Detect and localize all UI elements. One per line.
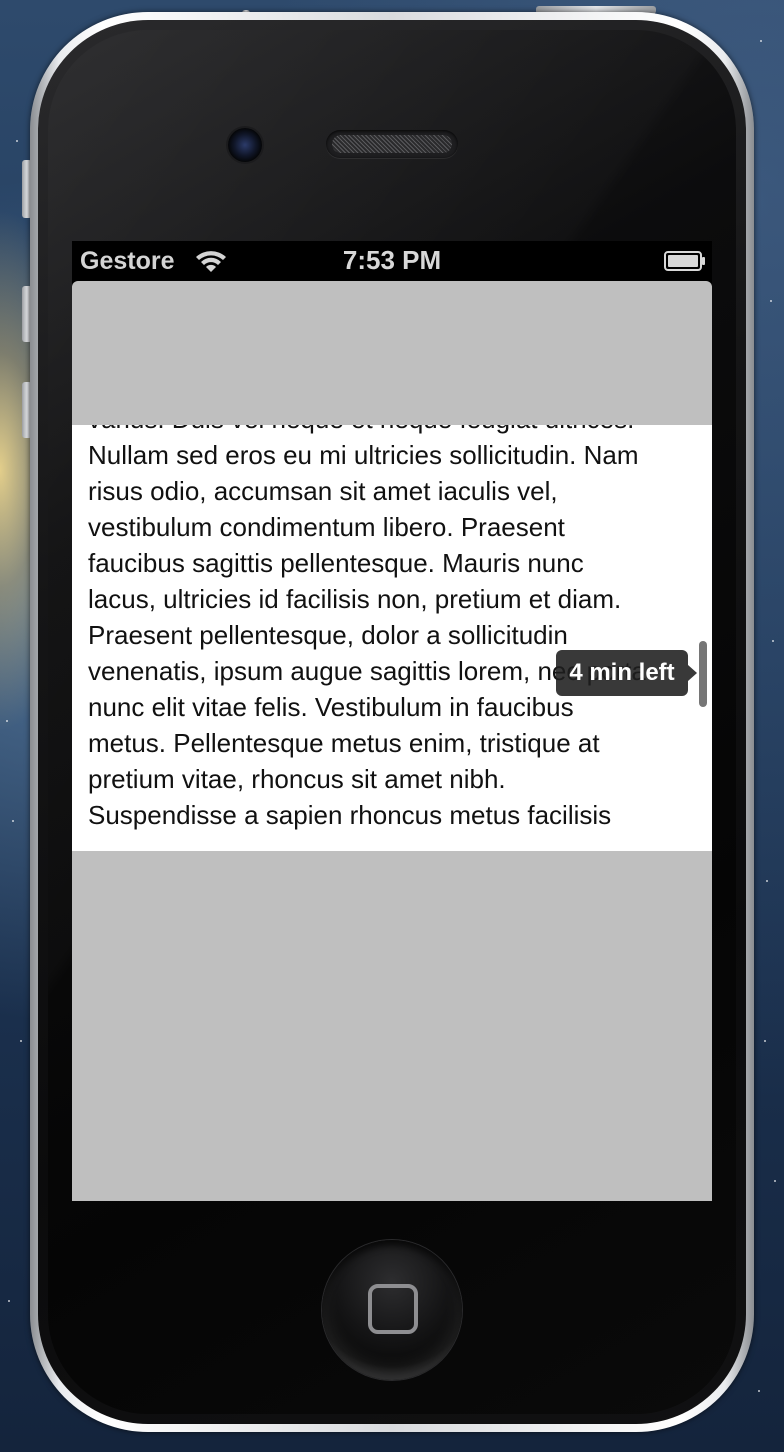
article-line: metus. Pellentesque metus enim, tristiqu…: [88, 728, 600, 758]
front-camera-icon: [228, 128, 262, 162]
battery-icon: [664, 251, 705, 271]
star: [16, 140, 18, 142]
star: [20, 1040, 22, 1042]
article-line: faucibus sagittis pellentesque. Mauris n…: [88, 548, 584, 578]
star: [6, 720, 8, 722]
article-line: Praesent pellentesque, dolor a sollicitu…: [88, 620, 568, 650]
earpiece-speaker-icon: [326, 130, 458, 158]
app-content-area: varius. Duis vel neque et neque feugiat …: [72, 281, 712, 1201]
speaker-grill: [332, 135, 452, 153]
bubble-arrow-icon: [688, 665, 697, 681]
star: [760, 40, 762, 42]
star: [766, 880, 768, 882]
device-screen: Gestore 7:53 PM varius. Duis vel neque e…: [72, 241, 712, 1201]
article-line: varius. Duis vel neque et neque feugiat …: [88, 425, 700, 437]
time-left-label: 4 min left: [556, 650, 688, 696]
star: [758, 1390, 760, 1392]
home-button-icon: [368, 1284, 418, 1334]
scroll-indicator[interactable]: [699, 641, 707, 707]
article-line: Suspendisse a sapien rhoncus metus facil…: [88, 800, 612, 830]
article-text: varius. Duis vel neque et neque feugiat …: [88, 425, 700, 833]
article-text-view[interactable]: varius. Duis vel neque et neque feugiat …: [72, 425, 712, 851]
star: [12, 820, 14, 822]
star: [764, 1040, 766, 1042]
status-time: 7:53 PM: [342, 245, 442, 275]
time-left-indicator: 4 min left: [556, 650, 698, 696]
star: [774, 1180, 776, 1182]
article-line: lacus, ultricies id facilisis non, preti…: [88, 584, 622, 614]
article-line: Nullam sed eros eu mi ultricies sollicit…: [88, 440, 639, 470]
status-bar: Gestore 7:53 PM: [72, 241, 712, 281]
home-button[interactable]: [322, 1240, 462, 1380]
article-line: pretium vitae, rhoncus sit amet nibh.: [88, 764, 506, 794]
article-line: vestibulum condimentum libero. Praesent: [88, 512, 565, 542]
star: [770, 300, 772, 302]
star: [772, 640, 774, 642]
star: [8, 1300, 10, 1302]
article-line: risus odio, accumsan sit amet iaculis ve…: [88, 476, 558, 506]
